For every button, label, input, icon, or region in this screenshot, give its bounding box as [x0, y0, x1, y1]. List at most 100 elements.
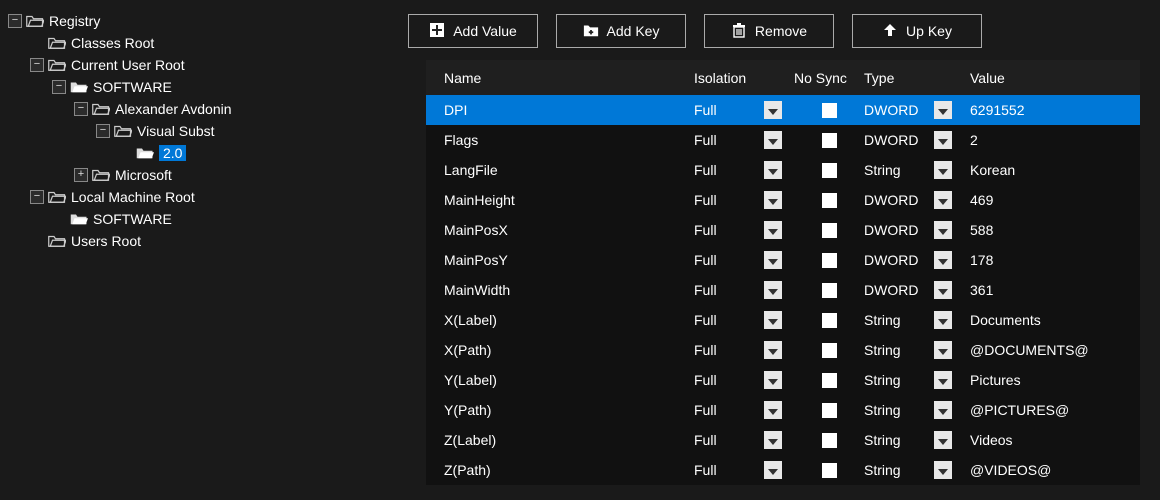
isolation-dropdown[interactable] — [764, 431, 782, 449]
tree-label: SOFTWARE — [93, 79, 172, 95]
cell-value: Korean — [964, 162, 1140, 178]
cell-value: 361 — [964, 282, 1140, 298]
isolation-dropdown[interactable] — [764, 161, 782, 179]
tree-node-users-root[interactable]: Users Root — [8, 230, 392, 252]
isolation-dropdown[interactable] — [764, 221, 782, 239]
up-key-button[interactable]: Up Key — [852, 14, 982, 48]
table-row[interactable]: MainHeightFullDWORD469 — [426, 185, 1140, 215]
table-row[interactable]: Z(Path)FullString@VIDEOS@ — [426, 455, 1140, 485]
tree-node-alexander[interactable]: − Alexander Avdonin — [8, 98, 392, 120]
type-dropdown[interactable] — [934, 401, 952, 419]
folder-open-icon — [92, 168, 110, 182]
col-header-nosync[interactable]: No Sync — [794, 70, 864, 86]
nosync-checkbox[interactable] — [822, 223, 837, 238]
cell-type: DWORD — [864, 282, 934, 298]
main-panel: Add Value Add Key Remove Up Key Name Iso… — [400, 0, 1160, 500]
type-dropdown[interactable] — [934, 371, 952, 389]
tree-node-software-lm[interactable]: SOFTWARE — [8, 208, 392, 230]
nosync-checkbox[interactable] — [822, 433, 837, 448]
nosync-checkbox[interactable] — [822, 253, 837, 268]
expander-icon[interactable]: − — [52, 80, 66, 94]
nosync-checkbox[interactable] — [822, 163, 837, 178]
tree-node-visual-subst[interactable]: − Visual Subst — [8, 120, 392, 142]
folder-open-icon — [92, 102, 110, 116]
col-header-isolation[interactable]: Isolation — [694, 70, 764, 86]
nosync-checkbox[interactable] — [822, 373, 837, 388]
nosync-checkbox[interactable] — [822, 103, 837, 118]
isolation-dropdown[interactable] — [764, 461, 782, 479]
isolation-dropdown[interactable] — [764, 401, 782, 419]
expander-icon[interactable]: − — [8, 14, 22, 28]
toolbar: Add Value Add Key Remove Up Key — [400, 14, 1160, 60]
type-dropdown[interactable] — [934, 281, 952, 299]
type-dropdown[interactable] — [934, 161, 952, 179]
type-dropdown[interactable] — [934, 191, 952, 209]
table-row[interactable]: MainPosYFullDWORD178 — [426, 245, 1140, 275]
nosync-checkbox[interactable] — [822, 343, 837, 358]
type-dropdown[interactable] — [934, 221, 952, 239]
cell-isolation: Full — [694, 102, 764, 118]
col-header-name[interactable]: Name — [444, 70, 694, 86]
isolation-dropdown[interactable] — [764, 251, 782, 269]
folder-open-icon — [114, 124, 132, 138]
table-row[interactable]: Y(Label)FullStringPictures — [426, 365, 1140, 395]
type-dropdown[interactable] — [934, 101, 952, 119]
chevron-down-icon — [768, 312, 778, 328]
chevron-down-icon — [768, 372, 778, 388]
expander-icon[interactable]: − — [30, 58, 44, 72]
table-row[interactable]: Y(Path)FullString@PICTURES@ — [426, 395, 1140, 425]
tree-node-registry[interactable]: − Registry — [8, 10, 392, 32]
isolation-dropdown[interactable] — [764, 281, 782, 299]
isolation-dropdown[interactable] — [764, 371, 782, 389]
table-row[interactable]: FlagsFullDWORD2 — [426, 125, 1140, 155]
tree-node-classes-root[interactable]: Classes Root — [8, 32, 392, 54]
cell-name: LangFile — [444, 162, 694, 178]
isolation-dropdown[interactable] — [764, 191, 782, 209]
nosync-checkbox[interactable] — [822, 463, 837, 478]
table-row[interactable]: MainWidthFullDWORD361 — [426, 275, 1140, 305]
tree-label: Users Root — [71, 233, 141, 249]
type-dropdown[interactable] — [934, 131, 952, 149]
table-row[interactable]: LangFileFullStringKorean — [426, 155, 1140, 185]
tree-node-v20[interactable]: 2.0 — [8, 142, 392, 164]
tree-node-current-user-root[interactable]: − Current User Root — [8, 54, 392, 76]
nosync-checkbox[interactable] — [822, 313, 837, 328]
values-grid: Name Isolation No Sync Type Value DPIFul… — [426, 60, 1140, 485]
nosync-checkbox[interactable] — [822, 283, 837, 298]
tree-node-local-machine-root[interactable]: − Local Machine Root — [8, 186, 392, 208]
cell-isolation: Full — [694, 432, 764, 448]
type-dropdown[interactable] — [934, 431, 952, 449]
chevron-down-icon — [938, 462, 948, 478]
isolation-dropdown[interactable] — [764, 101, 782, 119]
button-label: Up Key — [906, 23, 952, 39]
table-row[interactable]: X(Path)FullString@DOCUMENTS@ — [426, 335, 1140, 365]
expander-icon[interactable]: + — [74, 168, 88, 182]
remove-button[interactable]: Remove — [704, 14, 834, 48]
trash-icon — [731, 22, 747, 41]
type-dropdown[interactable] — [934, 461, 952, 479]
isolation-dropdown[interactable] — [764, 341, 782, 359]
type-dropdown[interactable] — [934, 251, 952, 269]
col-header-type[interactable]: Type — [864, 70, 934, 86]
table-row[interactable]: X(Label)FullStringDocuments — [426, 305, 1140, 335]
expander-icon[interactable]: − — [30, 190, 44, 204]
tree-node-software[interactable]: − SOFTWARE — [8, 76, 392, 98]
expander-icon[interactable]: − — [74, 102, 88, 116]
chevron-down-icon — [768, 432, 778, 448]
expander-icon[interactable]: − — [96, 124, 110, 138]
type-dropdown[interactable] — [934, 341, 952, 359]
expander-placeholder — [30, 234, 44, 248]
add-key-button[interactable]: Add Key — [556, 14, 686, 48]
nosync-checkbox[interactable] — [822, 193, 837, 208]
table-row[interactable]: DPIFullDWORD6291552 — [426, 95, 1140, 125]
nosync-checkbox[interactable] — [822, 133, 837, 148]
isolation-dropdown[interactable] — [764, 311, 782, 329]
table-row[interactable]: Z(Label)FullStringVideos — [426, 425, 1140, 455]
table-row[interactable]: MainPosXFullDWORD588 — [426, 215, 1140, 245]
tree-node-microsoft[interactable]: + Microsoft — [8, 164, 392, 186]
type-dropdown[interactable] — [934, 311, 952, 329]
isolation-dropdown[interactable] — [764, 131, 782, 149]
add-value-button[interactable]: Add Value — [408, 14, 538, 48]
col-header-value[interactable]: Value — [964, 70, 1140, 86]
nosync-checkbox[interactable] — [822, 403, 837, 418]
